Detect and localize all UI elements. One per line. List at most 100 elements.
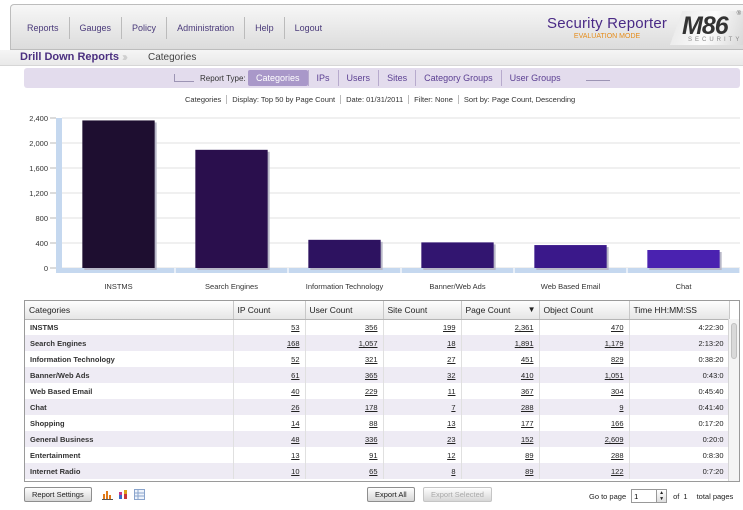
stacked-chart-icon[interactable]	[118, 489, 129, 500]
drilldown-link[interactable]: 10	[291, 467, 299, 476]
drilldown-link[interactable]: 9	[619, 403, 623, 412]
table-view-icon[interactable]	[134, 489, 145, 500]
drilldown-link[interactable]: 40	[291, 387, 299, 396]
col-header-user-count[interactable]: User Count	[305, 301, 384, 320]
drilldown-link[interactable]: 229	[365, 387, 378, 396]
drilldown-link[interactable]: 52	[291, 355, 299, 364]
drilldown-link[interactable]: 89	[525, 467, 533, 476]
drilldown-link[interactable]: 26	[291, 403, 299, 412]
drilldown-link[interactable]: 199	[443, 323, 456, 332]
sort-descending-icon: ▼	[527, 304, 536, 314]
drilldown-link[interactable]: 13	[291, 451, 299, 460]
nav-reports[interactable]: Reports	[17, 17, 70, 39]
drilldown-link[interactable]: 89	[525, 451, 533, 460]
drilldown-link[interactable]: 288	[521, 403, 534, 412]
drilldown-link[interactable]: 410	[521, 371, 534, 380]
drilldown-link[interactable]: 32	[447, 371, 455, 380]
col-header-time[interactable]: Time HH:MM:SS	[629, 301, 730, 320]
cell-user-count: 1,057	[305, 335, 384, 351]
drilldown-link[interactable]: 18	[447, 339, 455, 348]
table-row[interactable]: Web Based Email 40 229 11 367 304 0:45:40	[25, 383, 730, 399]
drilldown-link[interactable]: 451	[521, 355, 534, 364]
table-row[interactable]: Shopping 14 88 13 177 166 0:17:20	[25, 415, 730, 431]
drilldown-link[interactable]: 1,057	[359, 339, 378, 348]
tab-ips[interactable]: IPs	[307, 70, 338, 86]
drilldown-link[interactable]: 829	[611, 355, 624, 364]
drilldown-link[interactable]: 53	[291, 323, 299, 332]
spinner-down-icon[interactable]: ▼	[657, 496, 666, 502]
cell-ip-count: 53	[233, 319, 306, 335]
drilldown-link[interactable]: 367	[521, 387, 534, 396]
tab-sites[interactable]: Sites	[378, 70, 415, 86]
drilldown-link[interactable]: 65	[369, 467, 377, 476]
drilldown-link[interactable]: 122	[611, 467, 624, 476]
footer-bar: Report Settings Export All Export Select…	[24, 487, 743, 505]
bar-chart-icon[interactable]	[102, 489, 113, 500]
drilldown-link[interactable]: 166	[611, 419, 624, 428]
table-row[interactable]: Banner/Web Ads 61 365 32 410 1,051 0:43:0	[25, 367, 730, 383]
col-header-page-count[interactable]: Page Count ▼	[461, 301, 540, 320]
drilldown-link[interactable]: 8	[451, 467, 455, 476]
report-settings-button[interactable]: Report Settings	[24, 487, 92, 502]
drilldown-link[interactable]: 23	[447, 435, 455, 444]
table-row[interactable]: Chat 26 178 7 288 9 0:41:40	[25, 399, 730, 415]
cell-time: 0:20:0	[629, 431, 730, 447]
drilldown-link[interactable]: 14	[291, 419, 299, 428]
col-header-categories[interactable]: Categories	[25, 301, 234, 320]
nav-policy[interactable]: Policy	[122, 17, 168, 39]
drilldown-link[interactable]: 2,609	[605, 435, 624, 444]
drilldown-link[interactable]: 365	[365, 371, 378, 380]
nav-logout[interactable]: Logout	[285, 17, 333, 39]
drilldown-link[interactable]: 1,179	[605, 339, 624, 348]
drilldown-link[interactable]: 1,891	[515, 339, 534, 348]
drilldown-link[interactable]: 470	[611, 323, 624, 332]
drilldown-link[interactable]: 2,361	[515, 323, 534, 332]
table-row[interactable]: INSTMS 53 356 199 2,361 470 4:22:30	[25, 319, 730, 335]
drilldown-link[interactable]: 168	[287, 339, 300, 348]
drilldown-link[interactable]: 48	[291, 435, 299, 444]
export-all-button[interactable]: Export All	[367, 487, 415, 502]
tab-categories[interactable]: Categories	[248, 70, 308, 86]
tab-users[interactable]: Users	[337, 70, 379, 86]
table-row[interactable]: Information Technology 52 321 27 451 829 0:38:…	[25, 351, 730, 367]
col-header-ip-count[interactable]: IP Count	[233, 301, 306, 320]
cell-page-count: 152	[461, 431, 540, 447]
page-number-input[interactable]	[631, 489, 658, 503]
scrollbar-thumb[interactable]	[731, 323, 737, 359]
cell-object-count: 829	[539, 351, 630, 367]
cell-page-count: 89	[461, 447, 540, 463]
export-selected-button[interactable]: Export Selected	[423, 487, 492, 502]
tab-category-groups[interactable]: Category Groups	[415, 70, 501, 86]
drilldown-link[interactable]: 1,051	[605, 371, 624, 380]
drilldown-link[interactable]: 7	[451, 403, 455, 412]
drilldown-link[interactable]: 13	[447, 419, 455, 428]
col-header-object-count[interactable]: Object Count	[539, 301, 630, 320]
drilldown-link[interactable]: 178	[365, 403, 378, 412]
page-spinner[interactable]: ▲ ▼	[657, 489, 668, 503]
breadcrumb-root[interactable]: Drill Down Reports	[20, 51, 119, 63]
col-header-site-count[interactable]: Site Count	[383, 301, 462, 320]
drilldown-link[interactable]: 12	[447, 451, 455, 460]
drilldown-link[interactable]: 152	[521, 435, 534, 444]
drilldown-link[interactable]: 61	[291, 371, 299, 380]
drilldown-link[interactable]: 356	[365, 323, 378, 332]
table-row[interactable]: General Business 48 336 23 152 2,609 0:20:0	[25, 431, 730, 447]
drilldown-link[interactable]: 11	[448, 387, 456, 396]
filter-info-display: Display: Top 50 by Page Count	[226, 95, 340, 104]
table-row[interactable]: Search Engines 168 1,057 18 1,891 1,179 2:13:2…	[25, 335, 730, 351]
drilldown-link[interactable]: 91	[369, 451, 377, 460]
drilldown-link[interactable]: 288	[611, 451, 624, 460]
nav-help[interactable]: Help	[245, 17, 285, 39]
table-row[interactable]: Entertainment 13 91 12 89 288 0:8:30	[25, 447, 730, 463]
drilldown-link[interactable]: 177	[521, 419, 534, 428]
drilldown-link[interactable]: 321	[365, 355, 378, 364]
table-row[interactable]: Internet Radio 10 65 8 89 122 0:7:20	[25, 463, 730, 479]
tab-user-groups[interactable]: User Groups	[500, 70, 569, 86]
drilldown-link[interactable]: 88	[369, 419, 377, 428]
drilldown-link[interactable]: 336	[365, 435, 378, 444]
drilldown-link[interactable]: 304	[611, 387, 624, 396]
nav-gauges[interactable]: Gauges	[70, 17, 123, 39]
drilldown-link[interactable]: 27	[447, 355, 455, 364]
table-scrollbar[interactable]	[728, 319, 739, 481]
nav-administration[interactable]: Administration	[167, 17, 246, 39]
